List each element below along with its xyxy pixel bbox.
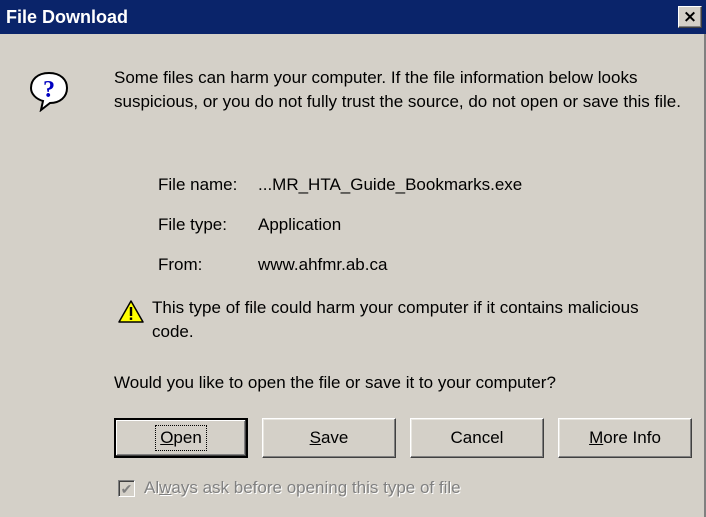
save-button[interactable]: Save [262,418,396,458]
open-button-label: Open [155,425,207,451]
checkmark-icon: ✔ [120,480,133,497]
question-icon: ? [29,71,69,112]
cancel-button[interactable]: Cancel [410,418,544,458]
close-button[interactable]: × [678,6,702,28]
from-value: www.ahfmr.ab.ca [258,255,388,274]
file-name-label: File name: [158,175,238,194]
always-ask-checkbox: ✔ [118,480,135,497]
more-info-button-label: More Info [589,428,661,447]
window-title: File Download [6,7,129,27]
warning-icon [118,300,144,323]
question-text: Would you like to open the file or save … [114,373,556,392]
from-label: From: [158,255,203,274]
cancel-button-label: Cancel [450,428,504,447]
file-type-value: Application [258,215,342,234]
open-button[interactable]: Open [114,418,248,458]
title-bar[interactable]: File Download × [0,0,706,34]
save-button-label: Save [309,428,349,447]
intro-text: Some files can harm your computer. If th… [114,68,681,111]
always-ask-label: Always ask before opening this type of f… [144,478,461,497]
warning-text: This type of file could harm your comput… [152,298,639,341]
file-type-label: File type: [158,215,227,234]
file-name-value: ...MR_HTA_Guide_Bookmarks.exe [258,175,523,194]
close-icon: × [682,6,698,27]
more-info-button[interactable]: More Info [558,418,692,458]
svg-text:?: ? [43,77,55,103]
